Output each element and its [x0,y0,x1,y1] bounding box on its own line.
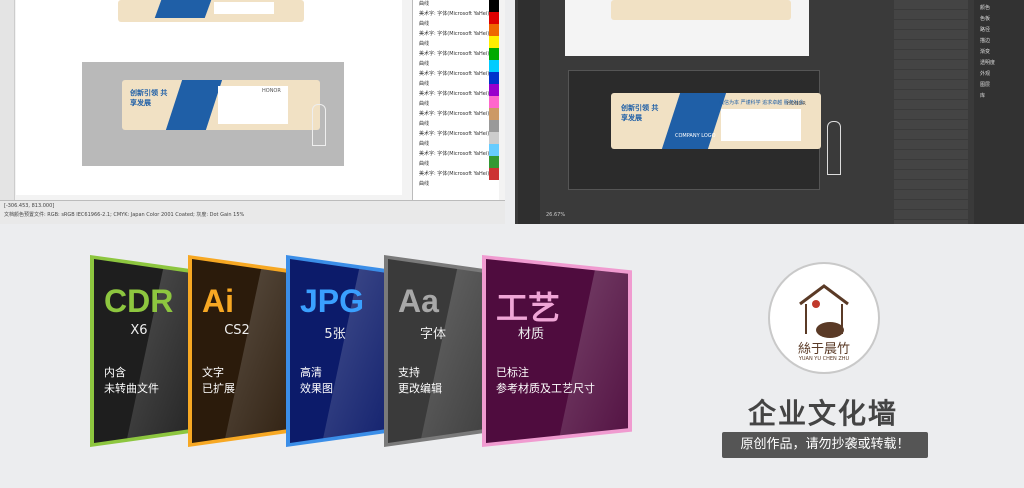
panel-item[interactable]: 外观 [974,70,1024,81]
format-card: 工艺 材质 已标注 参考材质及工艺尺寸 [482,255,632,447]
brand-subtitle: YUAN YU CHEN ZHU [798,356,850,362]
zoom-level[interactable]: 26.67% [546,212,565,218]
format-line-1: 已标注 [496,366,529,379]
board-top-preview [118,0,304,22]
format-description: 已标注参考材质及工艺尺寸 [496,365,595,397]
artboard-top[interactable] [565,0,809,56]
panel-item[interactable]: 图层 [974,81,1024,92]
format-card: JPG 5张高清效果图 [286,255,396,447]
format-line-2: 已扩展 [202,382,235,395]
status-color-profile: 文档颜色预置文件: RGB: sRGB IEC61966-2.1; CMYK: … [4,212,245,218]
artboard-dark[interactable]: 创新引领 共享发展 COMPANY LOGO 诚信为本 严谨科学 追求卓越 服务… [568,70,841,190]
board-honor: HONOR [262,88,281,94]
object-row[interactable]: 美术字: 字体(Microsoft YaHei)-加粗 [413,90,489,100]
vertical-toolbar[interactable] [0,0,15,200]
object-row[interactable]: 曲线 [413,180,489,190]
format-line-1: 支持 [398,366,420,379]
tools-panel[interactable] [518,0,540,224]
format-description: 文字 已扩展 [202,365,235,397]
layers-list[interactable] [894,0,968,224]
board-preview-right: 创新引领 共享发展 COMPANY LOGO 诚信为本 严谨科学 追求卓越 服务… [611,93,821,149]
format-subtitle: 5张 [324,327,346,342]
format-title: Ai [202,283,234,319]
format-subtitle: 字体 [419,327,446,342]
format-card: Aa 字体支持更改编辑 [384,255,494,447]
format-title: Aa [398,283,439,319]
brand-name: 絲于晨竹 [797,342,850,357]
person-silhouette [312,104,326,146]
format-subtitle: X6 [130,323,148,338]
object-row[interactable]: 曲线 [413,60,489,70]
format-card: CDR X6 内含未转曲文件 [90,255,200,447]
panel-item[interactable]: 渐变 [974,48,1024,59]
object-row[interactable]: 美术字: 字体(Microsoft YaHei)-加粗 [413,170,489,180]
format-description: 内含 未转曲文件 [104,365,159,397]
format-line-2: 效果图 [300,382,333,395]
format-line-2: 参考材质及工艺尺寸 [496,382,595,395]
panel-item[interactable]: 透明度 [974,59,1024,70]
object-row[interactable]: 美术字: 字体(Microsoft YaHei)-加粗 [413,130,489,140]
status-coordinates: [-306.453, 813.000] [4,203,55,209]
format-line-1: 文字 [202,366,224,379]
board-company: COMPANY LOGO [675,133,716,139]
banner-note: 原创作品，请勿抄袭或转载！ [722,432,928,458]
format-line-1: 高清 [300,366,322,379]
board-honor-right: HONOR [787,101,806,107]
color-palette[interactable] [489,0,499,200]
coreldraw-screenshot: 创新引领 共享发展 HONOR 曲线 美术字: 字体(Microsoft YaHe… [0,0,505,224]
object-row[interactable]: 曲线 [413,160,489,170]
object-row[interactable]: 美术字: 字体(Microsoft YaHei)-加粗 [413,150,489,160]
panel-item[interactable]: 库 [974,92,1024,103]
preview-gray-area: 创新引领 共享发展 HONOR [82,62,344,166]
format-description: 高清 效果图 [300,365,333,397]
panel-item[interactable]: 描边 [974,37,1024,48]
panel-item[interactable]: 色板 [974,15,1024,26]
format-line-2: 更改编辑 [398,382,442,395]
format-description: 支持 更改编辑 [398,365,442,397]
panel-item[interactable]: 路径 [974,26,1024,37]
board-preview: 创新引领 共享发展 HONOR [122,80,320,130]
status-bar: [-306.453, 813.000] 文档颜色预置文件: RGB: sRGB … [0,200,505,224]
format-card: Ai CS2 文字已扩展 [188,255,298,447]
object-manager-panel[interactable]: 曲线美术字: 字体(Microsoft YaHei)-加粗曲线美术字: 字体(M… [412,0,489,200]
object-row[interactable]: 美术字: 字体(Microsoft YaHei)-加粗 [413,110,489,120]
banner-title: 企业文化墙 [747,397,898,430]
board-headline-right: 创新引领 共享发展 [621,104,659,122]
object-row[interactable]: 美术字: 字体(Microsoft YaHei)-加粗 [413,10,489,20]
object-row[interactable]: 曲线 [413,20,489,30]
format-title: CDR [104,283,174,319]
format-subtitle: CS2 [224,323,250,338]
object-row[interactable]: 美术字: 字体(Microsoft YaHei)-加粗 [413,30,489,40]
board-headline: 创新引领 共享发展 [130,89,168,107]
object-row[interactable]: 曲线 [413,0,489,10]
panel-item[interactable]: 颜色 [974,4,1024,15]
format-line-1: 内含 [104,366,126,379]
object-row[interactable]: 美术字: 字体(Microsoft YaHei)-加粗 [413,50,489,60]
object-row[interactable]: 曲线 [413,120,489,130]
object-row[interactable]: 曲线 [413,80,489,90]
object-row[interactable]: 美术字: 字体(Microsoft YaHei)-加粗 [413,70,489,80]
object-row[interactable]: 曲线 [413,140,489,150]
side-panels[interactable]: 颜色 色板 路径 描边 渐变 透明度 外观 图层库 [974,0,1024,224]
object-row[interactable]: 曲线 [413,100,489,110]
brand-logo: 絲于晨竹 YUAN YU CHEN ZHU [768,262,880,374]
object-row[interactable]: 曲线 [413,40,489,50]
format-subtitle: 材质 [517,327,544,342]
format-line-2: 未转曲文件 [104,382,159,395]
format-title: JPG [300,283,365,319]
